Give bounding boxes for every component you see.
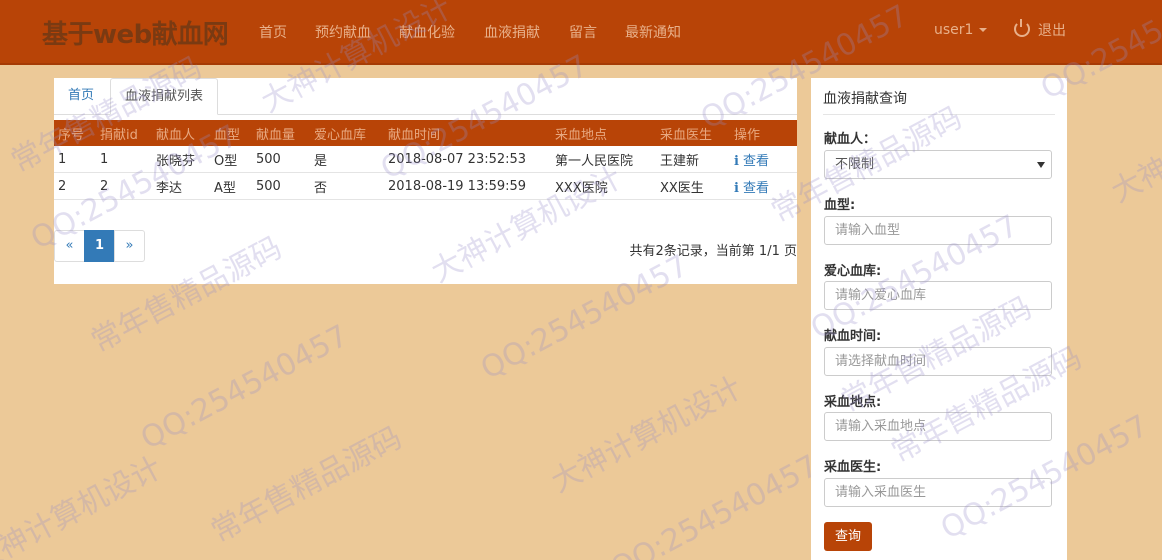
view-label: 查看 bbox=[742, 180, 769, 196]
watermark-text: 大神计算机设计 bbox=[1105, 80, 1162, 210]
donation-table: 序号 捐献id 献血人 血型 献血量 爱心血库 献血时间 采血地点 采血医生 操… bbox=[54, 120, 797, 200]
power-icon bbox=[1014, 19, 1030, 37]
watermark-text: 常年售精品源码 bbox=[205, 420, 408, 550]
cell-donation-id: 1 bbox=[96, 146, 152, 173]
cell-donation-time: 2018-08-07 23:52:53 bbox=[384, 146, 551, 173]
pagination: « 1 » bbox=[54, 230, 145, 262]
col-blood-type: 血型 bbox=[210, 120, 252, 146]
cell-donation-id: 2 bbox=[96, 172, 152, 200]
col-blood-bank: 爱心血库 bbox=[310, 120, 384, 146]
nav-reserve-donation[interactable]: 预约献血 bbox=[315, 22, 371, 42]
cell-doctor: XX医生 bbox=[656, 172, 730, 200]
cell-blood-bank: 否 bbox=[310, 172, 384, 200]
cell-place: 第一人民医院 bbox=[551, 146, 656, 173]
place-input[interactable] bbox=[824, 412, 1052, 441]
doctor-input[interactable] bbox=[824, 478, 1052, 507]
table-row: 1 1 张晓芬 O型 500 是 2018-08-07 23:52:53 第一人… bbox=[54, 146, 797, 173]
donation-time-input[interactable] bbox=[824, 347, 1052, 376]
site-brand[interactable]: 基于web献血网 bbox=[42, 14, 229, 51]
cell-donor: 李达 bbox=[152, 172, 210, 200]
dropdown-arrow-icon bbox=[1037, 162, 1045, 168]
cell-donor: 张晓芬 bbox=[152, 146, 210, 173]
blood-bank-input[interactable] bbox=[824, 281, 1052, 310]
doctor-label: 采血医生: bbox=[824, 460, 882, 475]
table-row: 2 2 李达 A型 500 否 2018-08-19 13:59:59 XXX医… bbox=[54, 172, 797, 200]
blood-type-input[interactable] bbox=[824, 216, 1052, 245]
search-panel-title: 血液捐献查询 bbox=[823, 88, 1055, 115]
col-donation-time: 献血时间 bbox=[384, 120, 551, 146]
blood-bank-label: 爱心血库: bbox=[824, 264, 882, 279]
watermark-text: QQ:254540457 bbox=[135, 318, 354, 457]
col-place: 采血地点 bbox=[551, 120, 656, 146]
nav-notice[interactable]: 最新通知 bbox=[625, 22, 681, 42]
col-index: 序号 bbox=[54, 120, 96, 146]
col-action: 操作 bbox=[730, 120, 797, 146]
cell-doctor: 王建新 bbox=[656, 146, 730, 173]
tab-donation-list[interactable]: 血液捐献列表 bbox=[110, 78, 219, 115]
search-panel: 血液捐献查询 献血人： 不限制 血型: 爱心血库: 献血时间: 采血地点: 采血… bbox=[811, 78, 1067, 560]
view-link[interactable]: i 查看 bbox=[734, 181, 769, 196]
pager-next[interactable]: » bbox=[114, 230, 145, 262]
cell-index: 1 bbox=[54, 146, 96, 173]
pager-prev[interactable]: « bbox=[54, 230, 85, 262]
nav-message[interactable]: 留言 bbox=[569, 22, 597, 42]
cell-action: i 查看 bbox=[730, 146, 797, 173]
donor-select-value: 不限制 bbox=[835, 157, 875, 172]
watermark-text: 大神计算机设计 bbox=[545, 370, 748, 500]
blood-type-label: 血型: bbox=[824, 198, 856, 213]
col-donation-id: 捐献id bbox=[96, 120, 152, 146]
cell-donation-time: 2018-08-19 13:59:59 bbox=[384, 172, 551, 200]
donor-select[interactable]: 不限制 bbox=[824, 150, 1052, 179]
tab-home[interactable]: 首页 bbox=[54, 78, 108, 113]
donation-list-panel: 首页 血液捐献列表 序号 捐献id 献血人 血型 献血量 爱心血库 献血时间 采… bbox=[54, 78, 797, 284]
cell-volume: 500 bbox=[252, 172, 310, 200]
pager-page-1[interactable]: 1 bbox=[84, 230, 115, 262]
cell-action: i 查看 bbox=[730, 172, 797, 200]
cell-index: 2 bbox=[54, 172, 96, 200]
nav-home[interactable]: 首页 bbox=[259, 22, 287, 42]
info-icon: i bbox=[734, 153, 739, 169]
view-label: 查看 bbox=[742, 153, 769, 169]
info-icon: i bbox=[734, 180, 739, 196]
top-navbar: 基于web献血网 首页 预约献血 献血化验 血液捐献 留言 最新通知 user1… bbox=[0, 0, 1162, 65]
watermark-text: QQ:254540457 bbox=[605, 448, 824, 560]
cell-blood-type: A型 bbox=[210, 172, 252, 200]
user-dropdown[interactable]: user1 bbox=[934, 22, 988, 38]
logout-label: 退出 bbox=[1038, 23, 1066, 39]
cell-blood-bank: 是 bbox=[310, 146, 384, 173]
logout-link[interactable]: 退出 bbox=[1014, 19, 1066, 40]
donor-label: 献血人： bbox=[824, 132, 877, 147]
place-label: 采血地点: bbox=[824, 395, 882, 410]
tab-bar: 首页 血液捐献列表 bbox=[54, 78, 797, 115]
record-info: 共有2条记录，当前第 1/1 页 bbox=[629, 244, 797, 259]
col-volume: 献血量 bbox=[252, 120, 310, 146]
query-button[interactable]: 查询 bbox=[824, 522, 872, 551]
nav-blood-test[interactable]: 献血化验 bbox=[399, 22, 455, 42]
cell-blood-type: O型 bbox=[210, 146, 252, 173]
view-link[interactable]: i 查看 bbox=[734, 154, 769, 169]
col-doctor: 采血医生 bbox=[656, 120, 730, 146]
table-header-row: 序号 捐献id 献血人 血型 献血量 爱心血库 献血时间 采血地点 采血医生 操… bbox=[54, 120, 797, 146]
donation-time-label: 献血时间: bbox=[824, 329, 882, 344]
username: user1 bbox=[934, 22, 974, 38]
cell-volume: 500 bbox=[252, 146, 310, 173]
caret-down-icon bbox=[979, 28, 988, 32]
cell-place: XXX医院 bbox=[551, 172, 656, 200]
col-donor: 献血人 bbox=[152, 120, 210, 146]
watermark-text: 大神计算机设计 bbox=[0, 450, 168, 560]
nav-blood-donation[interactable]: 血液捐献 bbox=[484, 22, 540, 42]
